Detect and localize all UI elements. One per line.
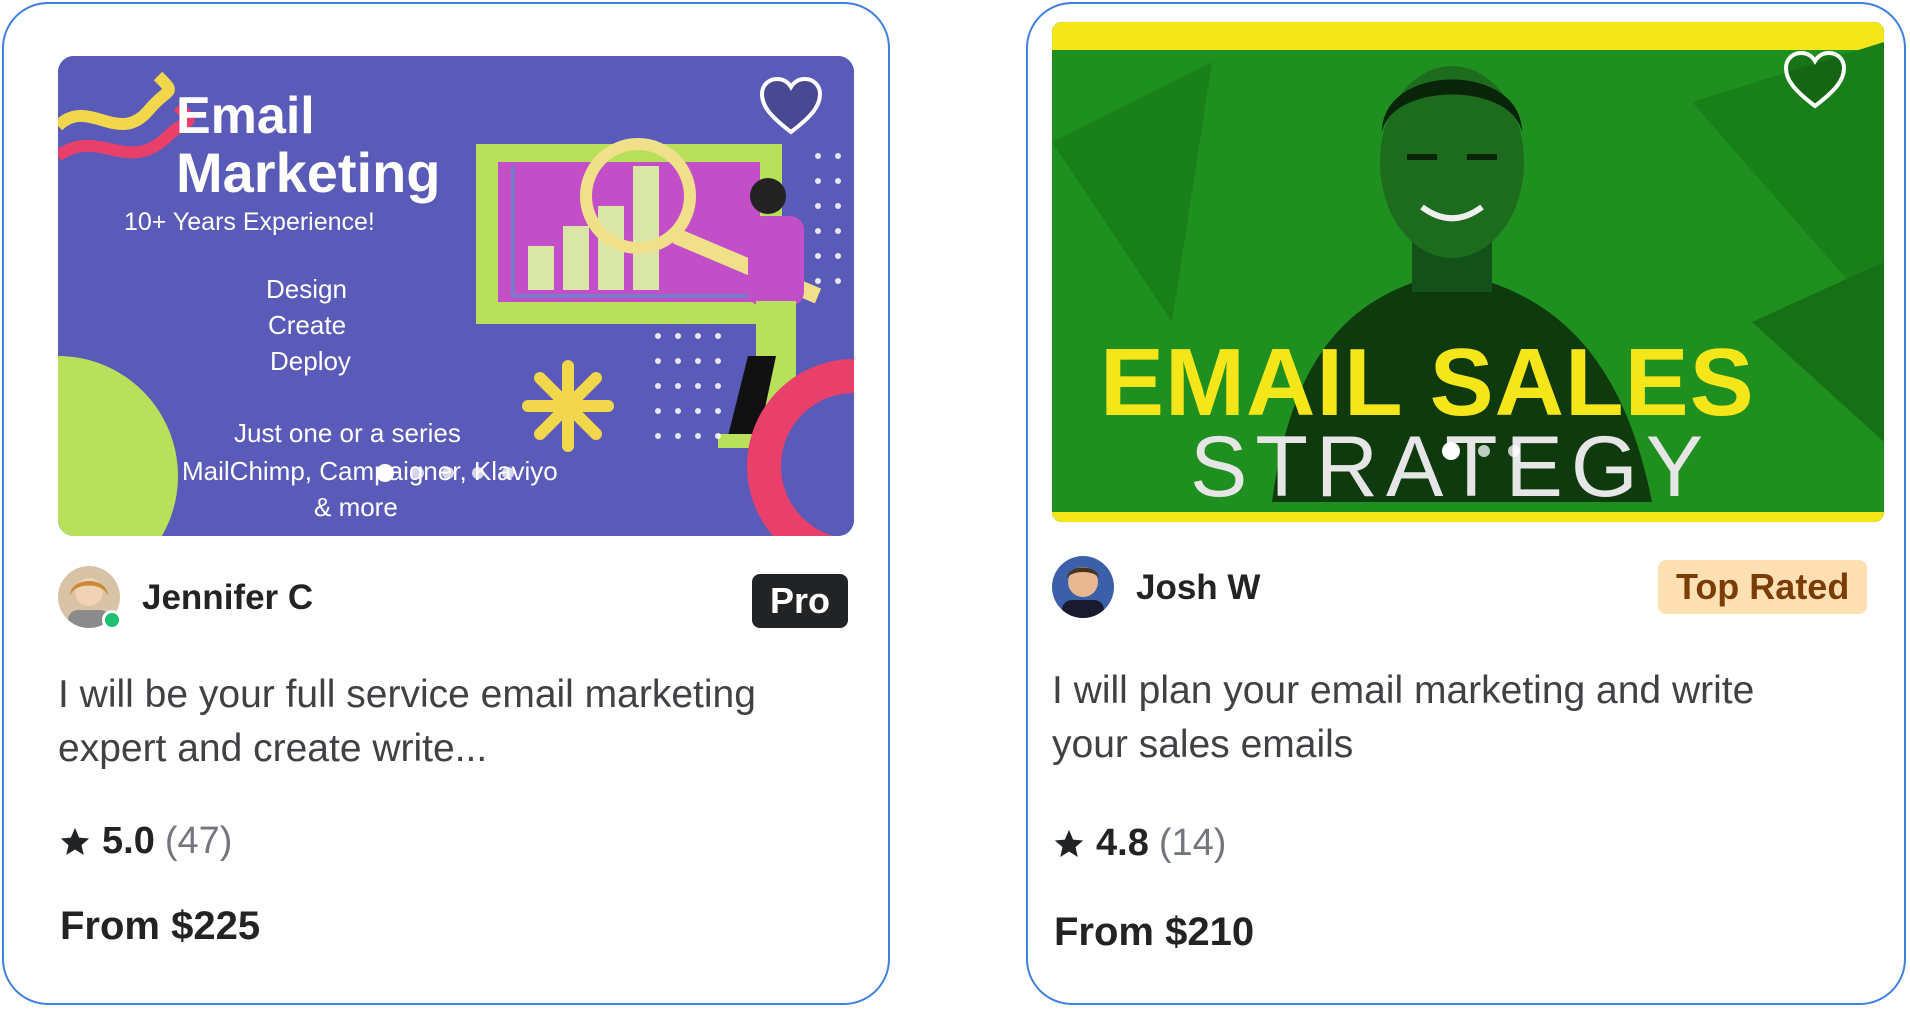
slide-indicator[interactable] [1442, 442, 1520, 460]
thumb-heading-line1: Email [176, 87, 315, 145]
seller-name[interactable]: Josh W [1136, 568, 1260, 608]
slide-dot[interactable] [472, 467, 484, 479]
gig-card[interactable]: Email Marketing 10+ Years Experience! De… [2, 2, 890, 1005]
thumb-tagline: 10+ Years Experience! [124, 208, 375, 236]
gig-title[interactable]: I will plan your email marketing and wri… [1052, 664, 1832, 776]
gig-title[interactable]: I will be your full service email market… [58, 668, 788, 776]
online-status-dot [102, 610, 122, 630]
slide-dot[interactable] [1478, 445, 1490, 457]
seller-avatar[interactable] [58, 566, 122, 630]
gig-price: From $210 [1054, 910, 1255, 954]
thumb-step: Design [266, 274, 347, 304]
gig-price: From $225 [60, 904, 261, 948]
thumb-footer-line1: Just one or a series [234, 418, 461, 448]
gig-card[interactable]: EMAIL SALES STRATEGY Josh W Top Rated I … [1026, 2, 1906, 1005]
thumb-footer-line3: & more [314, 492, 398, 522]
seller-avatar[interactable] [1052, 556, 1114, 618]
thumb-heading-line2: Marketing [176, 141, 441, 204]
thumb-step: Deploy [270, 346, 351, 376]
slide-dot[interactable] [376, 464, 394, 482]
slide-dot[interactable] [412, 467, 424, 479]
thumb-heading-line2: STRATEGY [1190, 419, 1712, 515]
slide-dot[interactable] [442, 467, 454, 479]
gig-rating: 4.8 (14) [1052, 822, 1226, 865]
gig-thumbnail[interactable]: Email Marketing 10+ Years Experience! De… [58, 56, 854, 536]
slide-dot[interactable] [502, 467, 514, 479]
review-count: (14) [1158, 822, 1227, 864]
favorite-button[interactable] [1782, 50, 1848, 110]
heart-outline-icon [759, 76, 823, 135]
slide-dot[interactable] [1508, 445, 1520, 457]
favorite-button[interactable] [758, 76, 824, 136]
review-count: (47) [164, 820, 233, 862]
slide-indicator[interactable] [376, 464, 514, 482]
top-rated-badge: Top Rated [1658, 560, 1868, 614]
star-icon [1054, 829, 1084, 857]
gig-rating: 5.0 (47) [58, 820, 232, 863]
heart-outline-icon [1783, 50, 1847, 109]
pro-badge: Pro [752, 574, 849, 628]
star-icon [60, 827, 90, 855]
gig-thumbnail[interactable]: EMAIL SALES STRATEGY [1052, 22, 1884, 522]
seller-name[interactable]: Jennifer C [142, 578, 313, 618]
avatar-image [1052, 556, 1114, 618]
thumb-step: Create [268, 310, 347, 340]
rating-value: 4.8 [1096, 822, 1149, 864]
slide-dot[interactable] [1442, 442, 1460, 460]
rating-value: 5.0 [102, 820, 155, 862]
